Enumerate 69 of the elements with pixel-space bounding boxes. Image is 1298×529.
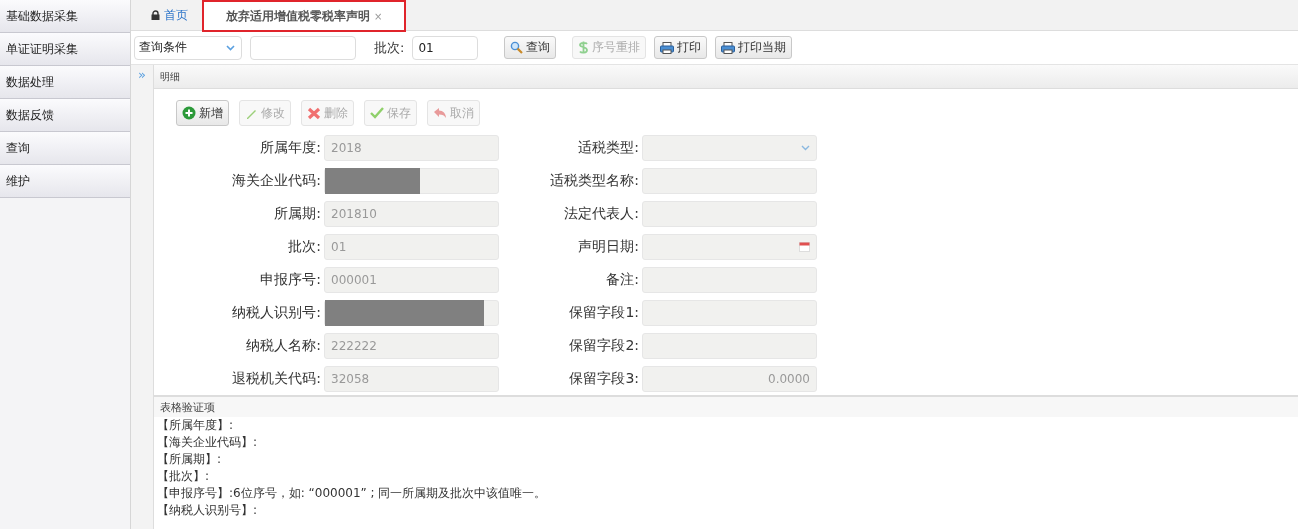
panel-title: 明细 <box>160 69 180 84</box>
input-field[interactable] <box>324 168 499 194</box>
tab[interactable]: 放弃适用增值税零税率声明 × <box>202 0 407 32</box>
validation-line: 【所属年度】: <box>156 417 235 434</box>
field-label: 纳税人识别号: <box>231 304 322 322</box>
input-field[interactable] <box>642 333 817 359</box>
field-label: 退税机关代码: <box>231 370 322 388</box>
input-field[interactable]: 0.0000 <box>642 366 817 392</box>
batch-label: 批次: <box>374 38 405 57</box>
input-field[interactable]: 01 <box>324 234 499 260</box>
field-label: 所属期: <box>273 205 322 223</box>
sidebar-item[interactable]: 数据反馈 <box>0 99 130 132</box>
x-icon <box>307 106 321 120</box>
field-label: 所属年度: <box>259 139 322 157</box>
tab[interactable]: 首页 <box>145 0 194 30</box>
chevron-down-icon <box>226 44 235 51</box>
action-button[interactable]: 新增 <box>176 100 229 126</box>
keyword-field[interactable] <box>250 35 356 60</box>
field-label: 纳税人名称: <box>245 337 322 355</box>
field-label: 声明日期: <box>577 238 640 256</box>
field-label: 备注: <box>605 271 640 289</box>
plus-icon <box>182 106 196 120</box>
lock-icon <box>151 10 160 20</box>
sidebar-item[interactable]: 基础数据采集 <box>0 0 130 33</box>
input-field[interactable]: 222222 <box>324 333 499 359</box>
field-label: 海关企业代码: <box>231 172 322 190</box>
date-field[interactable] <box>642 234 817 260</box>
batch-field[interactable]: 01 <box>412 35 479 60</box>
chevron-down-icon <box>801 145 810 151</box>
sidebar-item[interactable]: 查询 <box>0 132 130 165</box>
input-field[interactable] <box>642 267 817 293</box>
undo-icon <box>433 107 447 119</box>
check-icon <box>370 107 384 119</box>
printer-icon <box>660 41 675 54</box>
field-label: 适税类型: <box>577 139 640 157</box>
input-field[interactable] <box>642 201 817 227</box>
input-field[interactable]: 201810 <box>324 201 499 227</box>
search-icon <box>510 41 524 54</box>
field-label: 批次: <box>287 238 322 256</box>
condition-select[interactable]: 查询条件 <box>134 35 242 60</box>
toolbar-button[interactable]: 打印 <box>654 36 708 59</box>
dollar-icon <box>578 41 590 54</box>
sidebar-item[interactable]: 数据处理 <box>0 66 130 99</box>
sidebar-item[interactable]: 维护 <box>0 165 130 198</box>
select-field[interactable] <box>642 135 817 161</box>
field-label: 申报序号: <box>259 271 322 289</box>
validation-line: 【批次】: <box>156 468 211 485</box>
close-icon[interactable]: × <box>374 10 383 22</box>
validation-line: 【海关企业代码】: <box>156 434 259 451</box>
input-field[interactable] <box>642 300 817 326</box>
validation-line: 【纳税人识别号】: <box>156 502 259 519</box>
toolbar-button[interactable]: 查询 <box>504 36 557 59</box>
field-label: 保留字段3: <box>568 370 640 388</box>
input-field[interactable] <box>642 168 817 194</box>
validation-title: 表格验证项 <box>160 400 215 415</box>
toolbar-button[interactable]: 打印当期 <box>715 36 793 59</box>
calendar-icon <box>799 242 810 252</box>
sidebar-item[interactable]: 单证证明采集 <box>0 33 130 66</box>
field-label: 法定代表人: <box>563 205 640 223</box>
input-field[interactable]: 2018 <box>324 135 499 161</box>
validation-line: 【所属期】: <box>156 451 223 468</box>
field-label: 保留字段1: <box>568 304 640 322</box>
input-field[interactable]: 000001 <box>324 267 499 293</box>
validation-line: 【申报序号】:6位序号，如: “000001” ; 同一所属期及批次中该值唯一。 <box>156 485 548 502</box>
printer-icon <box>721 41 736 54</box>
input-field[interactable]: 32058 <box>324 366 499 392</box>
field-label: 适税类型名称: <box>549 172 640 190</box>
field-label: 保留字段2: <box>568 337 640 355</box>
expand-icon[interactable]: » <box>138 68 146 529</box>
